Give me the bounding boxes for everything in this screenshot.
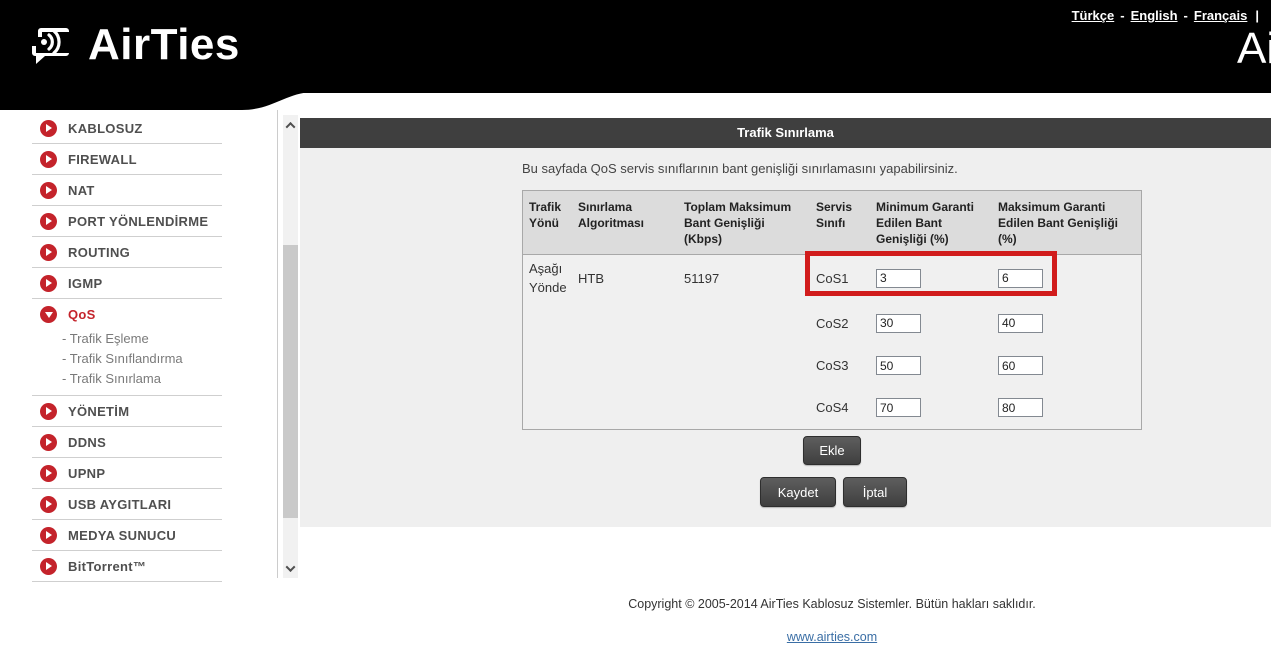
traffic-direction-cell: Aşağı Yönde xyxy=(523,255,570,302)
cos1-min-cell xyxy=(868,255,990,302)
play-circle-icon xyxy=(40,213,57,230)
lang-link-english[interactable]: English xyxy=(1131,8,1178,23)
website-link-wrap: www.airties.com xyxy=(522,630,1142,644)
col-header-trafik-yonu: Trafik Yönü xyxy=(523,191,570,254)
router-admin-page: AirTies Türkçe-English-Français| Ai KABL… xyxy=(0,0,1271,654)
sidebar-item-qos[interactable]: QoS xyxy=(32,299,222,329)
sidebar-subitem-trafik-sinirlama[interactable]: - Trafik Sınırlama xyxy=(32,369,222,389)
page-description: Bu sayfada QoS servis sınıflarının bant … xyxy=(522,161,958,176)
sidebar-subitem-trafik-siniflandirma[interactable]: - Trafik Sınıflandırma xyxy=(32,349,222,369)
sidebar-item-igmp[interactable]: IGMP xyxy=(32,268,222,299)
top-header: AirTies Türkçe-English-Français| Ai xyxy=(0,0,1271,93)
scroll-up-button[interactable] xyxy=(283,117,298,133)
sidebar-item-firewall[interactable]: FIREWALL xyxy=(32,144,222,175)
cos3-max-input[interactable] xyxy=(998,356,1043,375)
cos2-min-input[interactable] xyxy=(876,314,921,333)
cos4-min-input[interactable] xyxy=(876,398,921,417)
lang-link-francais[interactable]: Français xyxy=(1194,8,1247,23)
play-circle-icon xyxy=(40,151,57,168)
device-model-text: Ai xyxy=(1237,24,1271,74)
sidebar-item-ddns[interactable]: DDNS xyxy=(32,427,222,458)
cos3-min-input[interactable] xyxy=(876,356,921,375)
website-link[interactable]: www.airties.com xyxy=(787,630,877,644)
chevron-up-icon xyxy=(286,121,296,131)
cos2-label: CoS2 xyxy=(808,302,868,345)
play-circle-icon xyxy=(40,403,57,420)
add-button[interactable]: Ekle xyxy=(803,436,861,465)
cos2-min-cell xyxy=(868,302,990,345)
lang-separator: - xyxy=(1184,8,1188,23)
logo-wordmark: AirTies xyxy=(88,20,240,70)
cos1-max-cell xyxy=(990,255,1141,302)
header-curve xyxy=(0,92,312,111)
total-bandwidth-cell: 51197 xyxy=(676,255,808,302)
lang-pipe: | xyxy=(1255,8,1259,23)
cos4-max-cell xyxy=(990,387,1141,429)
play-circle-icon xyxy=(40,527,57,544)
col-header-minimum-garanti: Minimum Garanti Edilen Bant Genişliği (%… xyxy=(868,191,990,254)
play-circle-icon xyxy=(40,496,57,513)
sidebar-item-routing[interactable]: ROUTING xyxy=(32,237,222,268)
cos1-min-input[interactable] xyxy=(876,269,921,288)
cos1-label: CoS1 xyxy=(808,255,868,302)
page-title: Trafik Sınırlama xyxy=(300,118,1271,148)
col-header-sinirlama-algoritmasi: Sınırlama Algoritması xyxy=(570,191,676,254)
table-body: Aşağı Yönde HTB 51197 CoS1 CoS2 CoS3 CoS… xyxy=(523,255,1141,429)
save-button[interactable]: Kaydet xyxy=(760,477,836,507)
cos1-max-input[interactable] xyxy=(998,269,1043,288)
play-circle-icon xyxy=(40,275,57,292)
sidebar-item-port-yonlendirme[interactable]: PORT YÖNLENDİRME xyxy=(32,206,222,237)
algorithm-cell: HTB xyxy=(570,255,676,302)
play-circle-icon xyxy=(40,558,57,575)
language-bar: Türkçe-English-Français| xyxy=(1072,8,1259,23)
sidebar-subitem-trafik-esleme[interactable]: - Trafik Eşleme xyxy=(32,329,222,349)
copyright-text: Copyright © 2005-2014 AirTies Kablosuz S… xyxy=(522,597,1142,611)
cos2-max-cell xyxy=(990,302,1141,345)
cos3-max-cell xyxy=(990,345,1141,387)
sidebar-item-yonetim[interactable]: YÖNETİM xyxy=(32,396,222,427)
airties-logo: AirTies xyxy=(28,20,240,70)
col-header-maksimum-garanti: Maksimum Garanti Edilen Bant Genişliği (… xyxy=(990,191,1141,254)
sidebar-item-kablosuz[interactable]: KABLOSUZ xyxy=(32,113,222,144)
cos3-label: CoS3 xyxy=(808,345,868,387)
chevron-down-icon xyxy=(286,562,296,572)
table-header-row: Trafik Yönü Sınırlama Algoritması Toplam… xyxy=(523,191,1141,255)
cos2-max-input[interactable] xyxy=(998,314,1043,333)
cos3-min-cell xyxy=(868,345,990,387)
sidebar-item-medya-sunucu[interactable]: MEDYA SUNUCU xyxy=(32,520,222,551)
col-header-servis-sinifi: Servis Sınıfı xyxy=(808,191,868,254)
sidebar-nav: KABLOSUZ FIREWALL NAT PORT YÖNLENDİRME R… xyxy=(32,113,222,582)
cos4-max-input[interactable] xyxy=(998,398,1043,417)
airties-logo-icon xyxy=(28,23,74,67)
sidebar-item-upnp[interactable]: UPNP xyxy=(32,458,222,489)
lang-separator: - xyxy=(1120,8,1124,23)
col-header-toplam-maksimum: Toplam Maksimum Bant Genişliği (Kbps) xyxy=(676,191,808,254)
play-circle-icon xyxy=(40,244,57,261)
play-circle-icon xyxy=(40,434,57,451)
play-circle-icon xyxy=(40,182,57,199)
play-circle-icon xyxy=(40,120,57,137)
lang-link-turkce[interactable]: Türkçe xyxy=(1072,8,1115,23)
scroll-down-button[interactable] xyxy=(283,560,298,576)
play-circle-icon xyxy=(40,465,57,482)
sidebar-item-nat[interactable]: NAT xyxy=(32,175,222,206)
sidebar-divider xyxy=(277,110,278,578)
qos-limit-table: Trafik Yönü Sınırlama Algoritması Toplam… xyxy=(522,190,1142,430)
sidebar-qos-group: QoS - Trafik Eşleme - Trafik Sınıflandır… xyxy=(32,299,222,396)
sidebar-item-bittorrent[interactable]: BitTorrent™ xyxy=(32,551,222,582)
sidebar-item-usb-aygitlari[interactable]: USB AYGITLARI xyxy=(32,489,222,520)
cancel-button[interactable]: İptal xyxy=(843,477,907,507)
vertical-scrollbar[interactable] xyxy=(283,115,298,578)
cos4-label: CoS4 xyxy=(808,387,868,429)
scrollbar-thumb[interactable] xyxy=(283,245,298,518)
cos4-min-cell xyxy=(868,387,990,429)
expand-circle-icon xyxy=(40,306,57,323)
